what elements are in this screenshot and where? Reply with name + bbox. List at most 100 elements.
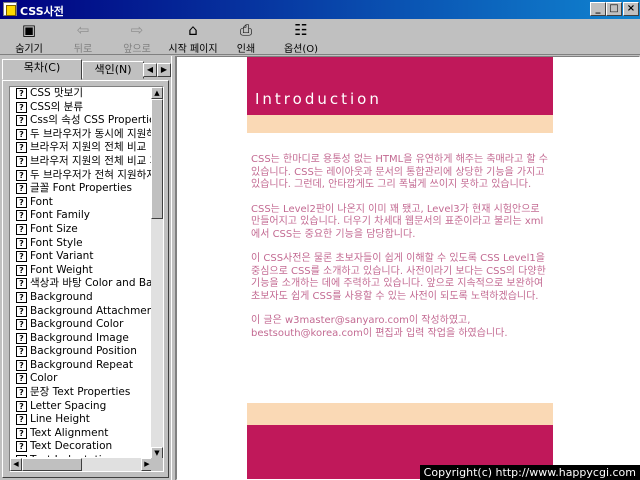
toc-item-label: 두 브라우저가 동시에 지원하는 속성 xyxy=(30,127,153,140)
toc-tree[interactable]: ? CSS 맛보기? CSS의 분류? Css의 속성 CSS Properties?… xyxy=(9,86,164,472)
back-button[interactable]: ⇦ 뒤로 xyxy=(60,20,106,55)
toc-item[interactable]: ? CSS 맛보기 xyxy=(10,87,153,101)
scroll-thumb-horizontal[interactable] xyxy=(22,458,82,471)
toc-item-label: Letter Spacing xyxy=(30,399,107,412)
toc-item[interactable]: ? 브라우저 지원의 전체 비교 xyxy=(10,141,153,155)
printer-icon: ⎙ xyxy=(239,21,252,39)
toc-item[interactable]: ? Background Attachment xyxy=(10,305,153,319)
help-topic-icon: ? xyxy=(16,278,27,290)
footer-stripe xyxy=(247,403,553,425)
print-button[interactable]: ⎙ 인쇄 xyxy=(226,20,266,55)
toc-item[interactable]: ? Font xyxy=(10,196,153,210)
toc-item[interactable]: ?브라우저 지원의 전체 비교 개요 xyxy=(10,155,153,169)
forward-button[interactable]: ⇨ 앞으로 xyxy=(114,20,160,55)
toc-item-label: CSS의 분류 xyxy=(30,100,83,113)
toc-item-label: Background Position xyxy=(30,345,137,358)
toc-item[interactable]: ? Css의 속성 CSS Properties xyxy=(10,114,153,128)
help-topic-icon: ? xyxy=(16,359,27,371)
help-topic-icon: ? xyxy=(16,427,27,439)
help-topic-icon: ? xyxy=(16,400,27,412)
toc-item[interactable]: ? Color xyxy=(10,372,153,386)
paragraph: CSS는 Level2판이 나온지 이미 꽤 됐고, Level3가 현재 시험… xyxy=(251,203,544,240)
toc-item[interactable]: ? Background Color xyxy=(10,318,153,332)
toc-item[interactable]: ? Text Alignment xyxy=(10,427,153,441)
title-bar[interactable]: CSS사전 _ □ × xyxy=(0,0,640,19)
help-topic-icon: ? xyxy=(16,101,27,113)
toc-item[interactable]: ?두 브라우저가 동시에 지원하는 속성 xyxy=(10,128,153,142)
help-topic-icon: ? xyxy=(16,264,27,276)
help-topic-icon: ? xyxy=(16,210,27,222)
topic-content: Introduction CSS는 한마디로 용통성 없는 HTML을 유연하게… xyxy=(176,56,640,480)
home-icon: ⌂ xyxy=(188,21,198,39)
toc-item-label: 색상과 바탕 Color and Background xyxy=(30,277,153,290)
help-topic-icon: ? xyxy=(16,223,27,235)
toc-item[interactable]: ? Text Decoration xyxy=(10,440,153,454)
help-topic-icon: ? xyxy=(16,455,27,457)
help-topic-icon: ? xyxy=(16,319,27,331)
app-icon[interactable] xyxy=(3,2,17,16)
tab-contents[interactable]: 목차(C) xyxy=(2,59,82,80)
tab-index[interactable]: 색인(N) xyxy=(82,61,144,79)
minimize-button[interactable]: _ xyxy=(590,2,606,16)
forward-arrow-icon: ⇨ xyxy=(130,21,144,39)
hide-icon: ▣ xyxy=(21,21,37,39)
intro-text: CSS는 한마디로 용통성 없는 HTML을 유연하게 해주는 축매라고 할 수… xyxy=(251,154,551,352)
toc-item[interactable]: ? Font Size xyxy=(10,223,153,237)
toc-item-label: Text Alignment xyxy=(30,426,109,439)
toc-item-label: 두 브라우저가 전혀 지원하지 않는 속성 xyxy=(30,168,153,181)
help-topic-icon: ? xyxy=(16,183,27,195)
hide-button[interactable]: ▣ 숨기기 xyxy=(6,20,52,55)
help-topic-icon: ? xyxy=(16,251,27,263)
help-topic-icon: ? xyxy=(16,332,27,344)
toc-item-label: Font xyxy=(30,195,53,208)
header-banner: Introduction xyxy=(247,57,553,115)
toc-item[interactable]: ?색상과 바탕 Color and Background xyxy=(10,277,153,291)
toc-item[interactable]: ? Background Image xyxy=(10,332,153,346)
home-button[interactable]: ⌂ 시작 페이지 xyxy=(165,20,221,55)
options-button[interactable]: ☷ 옵션(O) xyxy=(278,20,324,55)
toc-item[interactable]: ? CSS의 분류 xyxy=(10,101,153,115)
toc-item[interactable]: ? 문장 Text Properties xyxy=(10,386,153,400)
scroll-up-button[interactable]: ▲ xyxy=(151,87,163,99)
toc-item[interactable]: ? Font Weight xyxy=(10,264,153,278)
scroll-left-button[interactable]: ◀ xyxy=(10,458,22,471)
copyright-notice: Copyright(c) http://www.happycgi.com xyxy=(419,465,640,480)
toc-item-label: 글꼴 Font Properties xyxy=(30,182,132,195)
toc-item[interactable]: ? 글꼴 Font Properties xyxy=(10,182,153,196)
toc-item-label: Font Family xyxy=(30,209,90,222)
toc-item-label: Color xyxy=(30,372,58,385)
maximize-button[interactable]: □ xyxy=(606,2,622,16)
toc-item[interactable]: ? Font Variant xyxy=(10,250,153,264)
nav-tabs: 목차(C) 색인(N) ◀ ▶ xyxy=(0,59,171,80)
toc-item[interactable]: ? Background xyxy=(10,291,153,305)
scroll-thumb[interactable] xyxy=(151,99,163,219)
toc-item[interactable]: ?Text Indentation xyxy=(10,454,153,457)
toc-item-label: CSS 맛보기 xyxy=(30,87,83,99)
toc-item[interactable]: ? Line Height xyxy=(10,413,153,427)
help-topic-icon: ? xyxy=(16,169,27,181)
toolbar: ▣ 숨기기 ⇦ 뒤로 ⇨ 앞으로 ⌂ 시작 페이지 ⎙ 인쇄 ☷ 옵션(O) xyxy=(0,19,640,55)
help-topic-icon: ? xyxy=(16,155,27,167)
back-arrow-icon: ⇦ xyxy=(76,21,90,39)
toc-item-label: 브라우저 지원의 전체 비교 개요 xyxy=(30,154,153,167)
toc-item-label: Css의 속성 CSS Properties xyxy=(30,114,153,127)
toc-item[interactable]: ? Letter Spacing xyxy=(10,400,153,414)
toc-item[interactable]: ? Font Style xyxy=(10,237,153,251)
tab-scroll-left-button[interactable]: ◀ xyxy=(143,63,157,77)
toc-item-label: 문장 Text Properties xyxy=(30,386,131,399)
close-button[interactable]: × xyxy=(623,2,639,16)
toc-item[interactable]: ?두 브라우저가 전혀 지원하지 않는 속성 xyxy=(10,169,153,183)
toc-item[interactable]: ? Background Repeat xyxy=(10,359,153,373)
toc-item[interactable]: ? Font Family xyxy=(10,209,153,223)
toc-vertical-scrollbar[interactable]: ▲ ▼ xyxy=(151,87,163,459)
help-topic-icon: ? xyxy=(16,305,27,317)
help-topic-icon: ? xyxy=(16,387,27,399)
toc-frame: ? CSS 맛보기? CSS의 분류? Css의 속성 CSS Properties?… xyxy=(2,80,169,478)
toc-horizontal-scrollbar[interactable]: ◀ ▶ xyxy=(10,458,153,471)
toc-item[interactable]: ? Background Position xyxy=(10,345,153,359)
page-title: Introduction xyxy=(255,90,382,108)
paragraph: 이 글은 w3master@sanyaro.com이 작성하였고, bestso… xyxy=(251,315,508,339)
header-stripe xyxy=(247,115,553,133)
tab-scroll-right-button[interactable]: ▶ xyxy=(157,63,171,77)
toc-item-label: Text Decoration xyxy=(30,440,113,453)
